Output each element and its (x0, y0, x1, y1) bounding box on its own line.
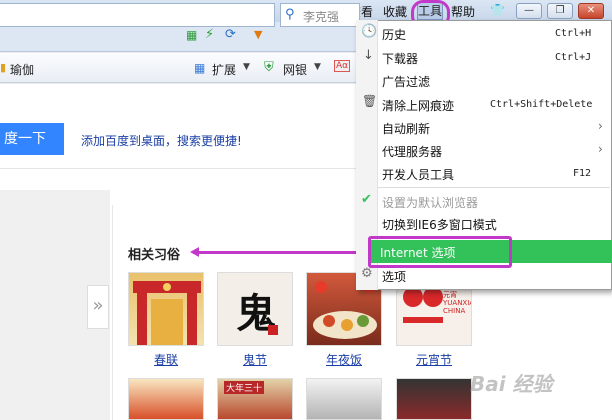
watermark: Bai 经验 (470, 372, 553, 396)
lantern-caption: 元宵 YUANXIAO CHINA (443, 291, 471, 315)
shortcut-history: Ctrl+H (555, 28, 592, 39)
shirt-icon[interactable]: 👕 (490, 3, 505, 17)
thumb-label-spring-couplets[interactable]: 春联 (128, 351, 204, 368)
gate-image (133, 281, 201, 345)
arrow-down-icon: ↓ (363, 48, 374, 63)
menu-help[interactable]: 帮助 (451, 3, 475, 20)
thumb-row2-1[interactable] (128, 378, 204, 420)
thumb-label-ghost-festival[interactable]: 鬼节 (217, 351, 293, 368)
thumb-label-new-years-eve-dinner[interactable]: 年夜饭 (306, 351, 382, 368)
menu-proxy[interactable]: 代理服务器 (382, 143, 442, 160)
add-to-desktop-link[interactable]: 添加百度到桌面，搜索更便捷! (81, 132, 242, 149)
refresh-icon[interactable]: ⟳ (225, 27, 236, 42)
clock-icon: 🕓 (361, 24, 378, 39)
font-icon[interactable]: Aα (334, 60, 351, 72)
thumb-row2-4[interactable] (396, 378, 472, 420)
trash-icon: 🗑 (362, 94, 378, 108)
chevron-down-icon[interactable]: ▼ (254, 28, 262, 41)
fav-ebank[interactable]: 网银 (283, 61, 307, 78)
annotation-arrow-head (190, 247, 199, 257)
thumb-row2-2[interactable]: 大年三十 (217, 378, 293, 420)
restore-button[interactable]: ❐ (547, 3, 573, 19)
minimize-button[interactable]: — (516, 3, 542, 19)
address-input[interactable] (0, 3, 275, 27)
chevron-down-icon[interactable]: ▼ (243, 62, 250, 72)
menu-auto-refresh[interactable]: 自动刷新 (382, 120, 430, 137)
gear-icon: ⚙ (361, 266, 373, 281)
fav-yoga[interactable]: 瑜伽 (10, 61, 34, 78)
search-placeholder: 李克强 (303, 10, 340, 24)
thumb-label-lantern-festival[interactable]: 元宵节 (396, 351, 472, 368)
internet-options-callout (368, 236, 512, 268)
chevron-right-icon: › (598, 119, 603, 133)
lightning-icon[interactable]: ⚡ (205, 27, 214, 42)
shield-icon: ⛨ (264, 60, 274, 75)
shortcut-clear-history: Ctrl+Shift+Delete (490, 99, 593, 110)
thumb-ghost-festival[interactable]: 鬼 (217, 272, 293, 346)
menu-ie6-mode[interactable]: 切换到IE6多窗口模式 (382, 216, 497, 233)
chevron-down-icon[interactable]: ▼ (314, 62, 321, 72)
menu-options[interactable]: 选项 (382, 268, 406, 285)
extensions-icon: ▦ (194, 61, 206, 75)
check-icon: ✔ (361, 192, 372, 207)
expand-button[interactable]: » (87, 285, 109, 329)
thumb-row2-caption: 大年三十 (224, 381, 265, 394)
menu-history[interactable]: 历史 (382, 26, 406, 43)
search-icon: ⚲ (285, 7, 295, 22)
shortcut-downloads: Ctrl+J (555, 52, 592, 63)
close-button[interactable]: ✕ (578, 3, 604, 19)
thumb-spring-couplets[interactable] (128, 272, 204, 346)
menu-downloads[interactable]: 下载器 (382, 50, 418, 67)
annotation-arrow (193, 251, 369, 254)
menu-dev-tools[interactable]: 开发人员工具 (382, 166, 454, 183)
menu-favorites[interactable]: 收藏 (383, 3, 407, 20)
qr-icon[interactable]: ▦ (186, 28, 197, 42)
baidu-search-button[interactable]: 度一下 (0, 123, 64, 155)
seal-stamp (268, 325, 278, 335)
menu-set-default: 设置为默认浏览器 (382, 196, 479, 210)
folder-icon: ▮ (0, 61, 7, 74)
shortcut-dev-tools: F12 (573, 168, 592, 179)
thumb-row2-3[interactable] (306, 378, 382, 420)
fav-extensions[interactable]: 扩展 (212, 61, 236, 78)
search-input[interactable]: ⚲ 李克强 (280, 3, 360, 27)
section-title: 相关习俗 (128, 248, 181, 263)
menu-ad-filter[interactable]: 广告过滤 (382, 73, 430, 90)
menu-clear-history[interactable]: 清除上网痕迹 (382, 97, 454, 114)
dropdown-separator (378, 187, 610, 188)
chevron-right-icon: › (598, 142, 603, 156)
